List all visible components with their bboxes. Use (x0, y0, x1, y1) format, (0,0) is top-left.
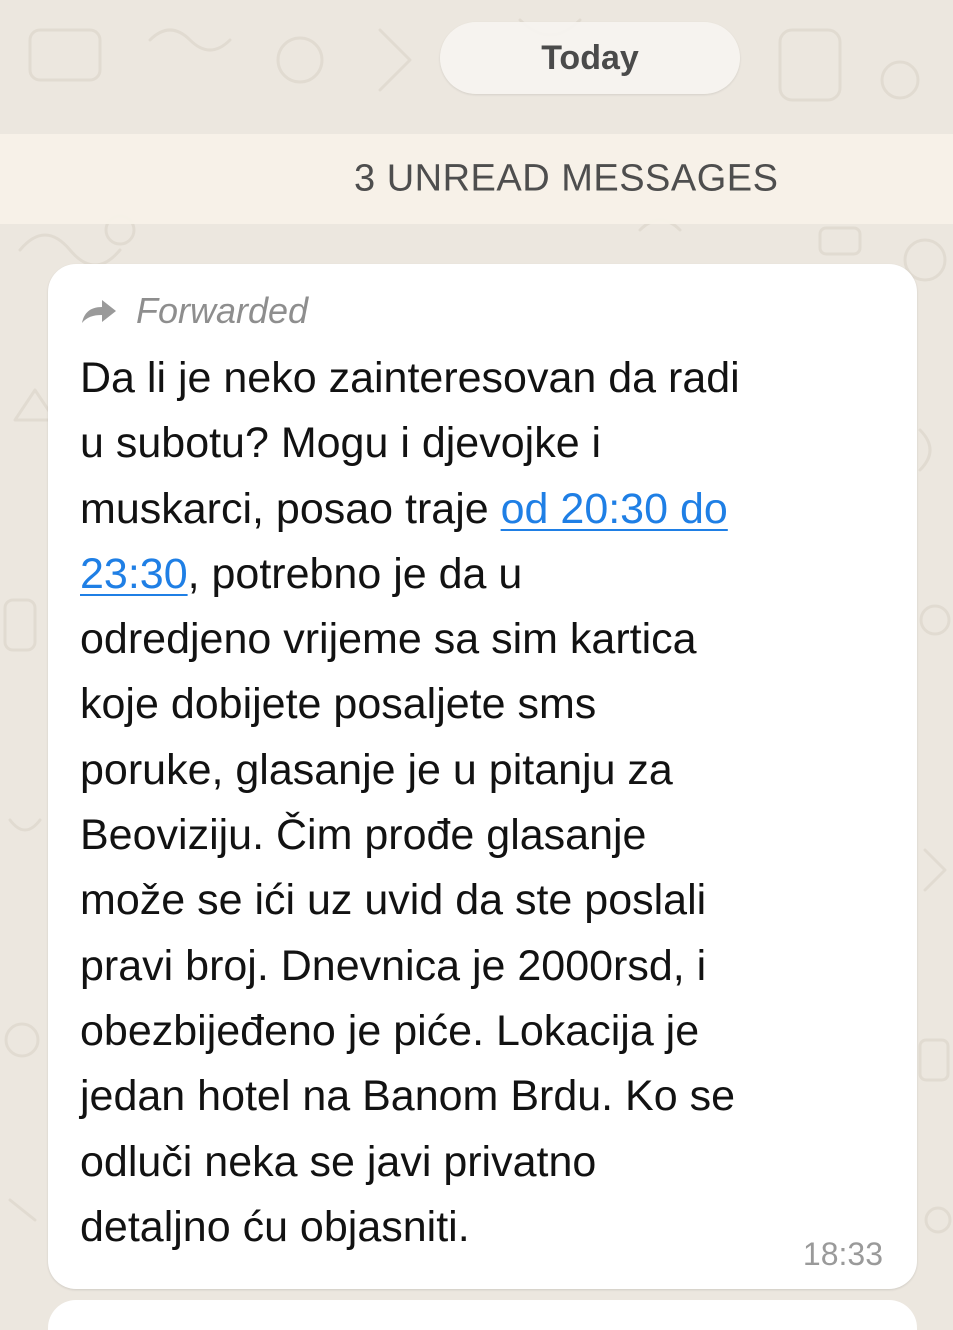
message-line: odredjeno vrijeme sa sim kartica (80, 615, 697, 664)
message-line-text: , potrebno je da u (187, 549, 523, 598)
message-line: može se ići uz uvid da ste poslali (80, 876, 707, 925)
next-message-bubble-edge (48, 1300, 917, 1330)
unread-messages-banner: 3 UNREAD MESSAGES (0, 134, 953, 224)
message-line: odluči neka se javi privatno (80, 1137, 597, 1186)
date-separator: Today (440, 22, 740, 94)
message-line: koje dobijete posaljete sms (80, 680, 597, 729)
message-line: muskarci, posao traje od 20:30 do (80, 477, 890, 542)
forwarded-indicator: Forwarded (80, 290, 308, 332)
message-bubble[interactable]: Forwarded Da li je neko zainteresovan da… (48, 264, 917, 1289)
message-line: Da li je neko zainteresovan da radi (80, 354, 740, 402)
forwarded-label: Forwarded (136, 290, 309, 331)
message-line: poruke, glasanje je u pitanju za (80, 745, 673, 794)
unread-messages-label: 3 UNREAD MESSAGES (354, 157, 779, 200)
message-line: u subotu? Mogu i djevojke i (80, 419, 602, 468)
message-timestamp: 18:33 (802, 1236, 883, 1272)
message-line-text: muskarci, posao traje (80, 484, 501, 533)
message-line: Beoviziju. Čim prođe glasanje (80, 811, 647, 860)
message-line: obezbijeđeno je piće. Lokacija je (80, 1006, 700, 1055)
forward-arrow-icon (82, 300, 116, 323)
message-text: Da li je neko zainteresovan da radi u su… (80, 346, 890, 1260)
message-line: pravi broj. Dnevnica je 2000rsd, i (80, 941, 707, 990)
message-line: jedan hotel na Banom Brdu. Ko se (80, 1072, 735, 1121)
message-line: detaljno ću objasniti. (80, 1202, 470, 1251)
time-range-link[interactable]: od 20:30 do (501, 485, 728, 533)
message-line: 23:30, potrebno je da u (80, 542, 890, 607)
time-range-link-continued[interactable]: 23:30 (80, 550, 188, 598)
